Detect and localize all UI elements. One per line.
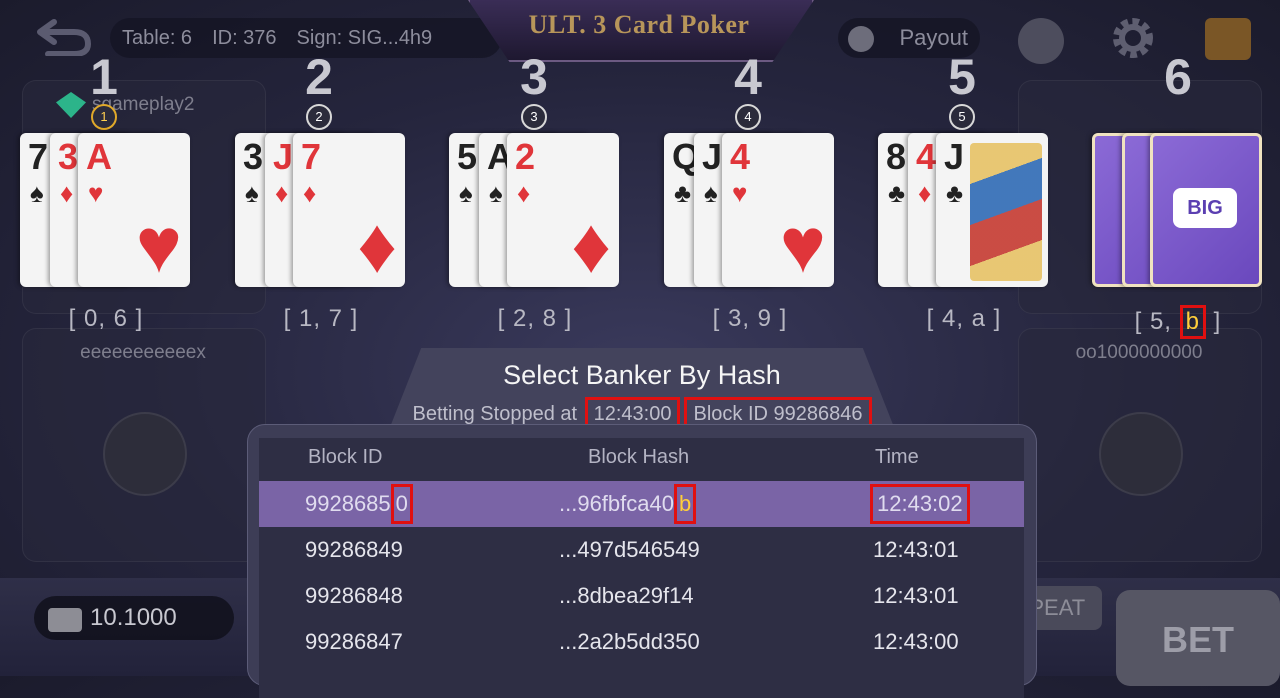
pair-highlight-b: b — [1179, 305, 1207, 339]
block-id-last-digit: 0 — [390, 484, 413, 524]
hand-seat-1: 7 ♠ 3 ♦ A ♥ ♥ — [20, 133, 192, 287]
seat-pair-6: [ 5, b ] — [1118, 305, 1238, 339]
payout-chart-icon — [848, 26, 874, 52]
seat-badge-2: 2 — [306, 104, 332, 130]
block-hash-cell: ...2a2b5dd350 — [559, 629, 700, 654]
bet-button[interactable]: BET — [1116, 590, 1280, 686]
jack-face-image — [970, 143, 1042, 281]
hand-seat-3: 5 ♠ A ♠ 2 ♦ ♦ — [449, 133, 621, 287]
big-game-logo: BIG — [1173, 188, 1237, 228]
seat-number-5: 5 — [948, 49, 976, 105]
card: A ♥ ♥ — [78, 133, 190, 287]
seat-number-3: 3 — [520, 49, 548, 105]
seat-pair-3: [ 2, 8 ] — [497, 305, 573, 332]
time-cell: 12:43:01 — [873, 537, 959, 562]
card: 4 ♥ ♥ — [722, 133, 834, 287]
table-row-selected[interactable]: 9928685 0 ...96fbfca40 b 12:43:02 — [259, 481, 1024, 527]
time-cell: 12:43:01 — [873, 583, 959, 608]
id-label: ID: 376 — [212, 26, 277, 49]
table-label: Table: 6 — [122, 26, 193, 49]
block-id-cell: 99286847 — [305, 629, 403, 654]
seat-pair-2: [ 1, 7 ] — [283, 305, 359, 332]
block-hash-last-char: b — [673, 484, 697, 524]
sign-label: Sign: SIG...4h9 — [296, 26, 433, 49]
column-header-block-id: Block ID — [308, 446, 383, 468]
card-back: BIG — [1150, 133, 1262, 287]
hand-seat-4: Q ♣ J ♠ 4 ♥ ♥ — [664, 133, 836, 287]
wallet-icon — [48, 608, 82, 632]
table-row[interactable]: 99286848 ...8dbea29f14 12:43:01 — [259, 573, 1024, 619]
card: 7 ♦ ♦ — [293, 133, 405, 287]
table-row[interactable]: 99286849 ...497d546549 12:43:01 — [259, 527, 1024, 573]
block-id-cell: 99286848 — [305, 583, 403, 608]
seat-number-4: 4 — [734, 49, 762, 105]
card: J ♣ — [936, 133, 1048, 287]
seat-number-2: 2 — [305, 49, 333, 105]
seat-number-1: 1 — [90, 49, 118, 105]
seat-badge-5: 5 — [949, 104, 975, 130]
block-hash-cell: ...8dbea29f14 — [559, 583, 694, 608]
seat-badge-4: 4 — [735, 104, 761, 130]
table-row[interactable]: 99286847 ...2a2b5dd350 12:43:00 — [259, 619, 1024, 665]
seat-number-6: 6 — [1164, 49, 1192, 105]
block-hash-cell: ...497d546549 — [559, 537, 700, 562]
hand-seat-5: 8 ♣ 4 ♦ J ♣ — [878, 133, 1050, 287]
block-id-cell: 99286849 — [305, 537, 403, 562]
time-cell: 12:43:02 — [870, 481, 970, 527]
player-avatar-right — [1099, 412, 1183, 496]
column-header-time: Time — [875, 446, 919, 468]
betting-stopped-label: Betting Stopped at — [412, 403, 583, 425]
hand-seat-6: BIG — [1092, 133, 1264, 287]
seat-badge-1: 1 — [91, 104, 117, 130]
time-cell: 12:43:00 — [873, 629, 959, 654]
modal-title: Select Banker By Hash — [503, 360, 781, 390]
player-name-left: eeeeeeeeeeex — [80, 342, 206, 363]
seat-pair-5: [ 4, a ] — [926, 305, 1002, 332]
fairness-scale-icon[interactable] — [1018, 18, 1064, 64]
seat-pair-1: [ 0, 6 ] — [68, 305, 144, 332]
block-id-cell: 9928685 0 — [305, 481, 413, 527]
seat-pair-4: [ 3, 9 ] — [712, 305, 788, 332]
game-title: ULT. 3 Card Poker — [528, 10, 750, 39]
player-name-right: oo1000000000 — [1075, 342, 1203, 363]
player-avatar-left — [103, 412, 187, 496]
card: 2 ♦ ♦ — [507, 133, 619, 287]
seat-badge-3: 3 — [521, 104, 547, 130]
hand-seat-2: 3 ♠ J ♦ 7 ♦ ♦ — [235, 133, 407, 287]
balance-value: 10.1000 — [90, 604, 177, 631]
block-hash-cell: ...96fbfca40 b — [559, 481, 697, 527]
column-header-block-hash: Block Hash — [588, 446, 690, 468]
